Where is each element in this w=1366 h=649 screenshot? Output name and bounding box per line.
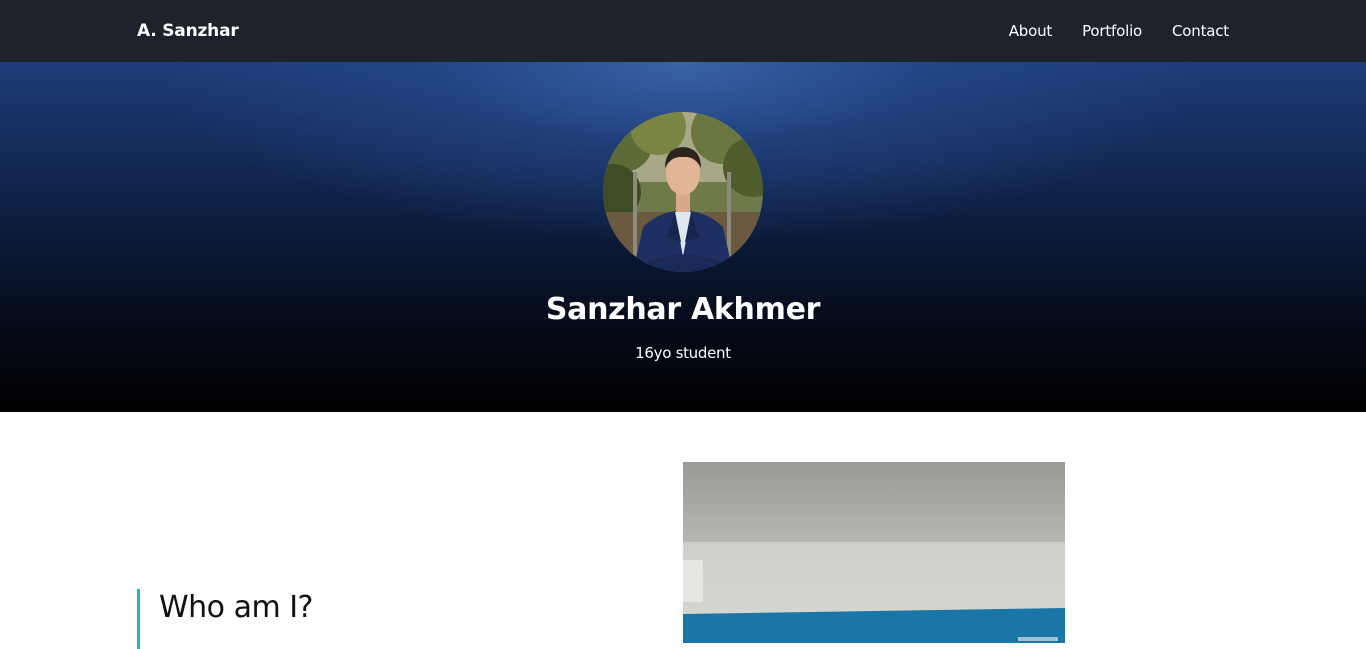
avatar-image bbox=[603, 112, 763, 272]
nav-menu: About Portfolio Contact bbox=[1009, 20, 1229, 42]
hero-subtitle: 16yo student bbox=[635, 344, 731, 362]
about-photo bbox=[683, 462, 1065, 643]
about-heading: Who am I? bbox=[159, 590, 313, 625]
about-heading-block: Who am I? bbox=[137, 589, 313, 649]
nav-link-portfolio[interactable]: Portfolio bbox=[1082, 20, 1142, 42]
hero-name: Sanzhar Akhmer bbox=[545, 292, 821, 327]
brand-link[interactable]: A. Sanzhar bbox=[137, 20, 239, 42]
nav-link-contact[interactable]: Contact bbox=[1172, 20, 1229, 42]
nav-link-about[interactable]: About bbox=[1009, 20, 1053, 42]
about-photo-image bbox=[683, 462, 1065, 643]
navbar: A. Sanzhar About Portfolio Contact bbox=[0, 0, 1366, 62]
hero-section: Sanzhar Akhmer 16yo student bbox=[0, 62, 1366, 412]
avatar bbox=[603, 112, 763, 272]
